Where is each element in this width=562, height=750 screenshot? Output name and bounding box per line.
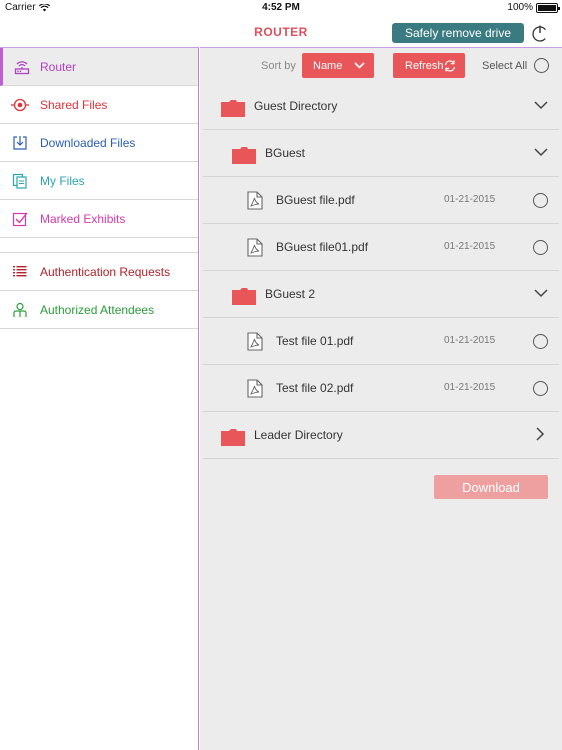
folder-name: Leader Directory — [254, 428, 343, 442]
chevron-right-icon[interactable] — [536, 427, 545, 441]
file-row[interactable]: BGuest file01.pdf 01-21-2015 — [203, 224, 559, 271]
select-file-checkbox[interactable] — [533, 334, 548, 349]
folder-name: Guest Directory — [254, 99, 338, 113]
sidebar-item-label: Downloaded Files — [40, 135, 136, 150]
shared-target-icon — [0, 86, 40, 124]
select-file-checkbox[interactable] — [533, 240, 548, 255]
sidebar-item-authorized-attendees[interactable]: Authorized Attendees — [0, 291, 198, 329]
refresh-icon — [444, 60, 456, 72]
my-files-icon — [0, 162, 40, 200]
file-name: BGuest file01.pdf — [276, 240, 369, 254]
file-date: 01-21-2015 — [444, 241, 496, 252]
sidebar-item-marked-exhibits[interactable]: Marked Exhibits — [0, 200, 198, 238]
file-date: 01-21-2015 — [444, 382, 496, 393]
sort-by-label: Sort by — [261, 60, 296, 72]
select-file-checkbox[interactable] — [533, 381, 548, 396]
pdf-file-icon — [247, 379, 263, 398]
sidebar-item-authentication-requests[interactable]: Authentication Requests — [0, 253, 198, 291]
sidebar-item-downloaded-files[interactable]: Downloaded Files — [0, 124, 198, 162]
folder-icon — [232, 288, 256, 305]
chevron-down-icon[interactable] — [534, 289, 548, 298]
battery-icon — [536, 2, 560, 13]
checkbox-icon — [0, 200, 40, 238]
file-row[interactable]: BGuest file.pdf 01-21-2015 — [203, 177, 559, 224]
sort-value: Name — [313, 60, 343, 72]
sidebar-item-label: Authorized Attendees — [40, 302, 155, 317]
folder-icon — [232, 147, 256, 164]
folder-row[interactable]: BGuest 2 — [203, 271, 559, 318]
pdf-file-icon — [247, 238, 263, 257]
nav-bar: ROUTER Safely remove drive — [0, 16, 562, 47]
sort-select[interactable]: Name — [302, 53, 374, 78]
sidebar-item-label: Router — [40, 59, 77, 74]
folder-icon — [221, 429, 245, 446]
folder-row[interactable]: BGuest — [203, 130, 559, 177]
sidebar-item-label: Marked Exhibits — [40, 211, 126, 226]
attendee-icon — [0, 291, 40, 329]
select-all-checkbox[interactable] — [534, 58, 549, 73]
battery-percent: 100% — [507, 2, 533, 13]
folder-icon — [221, 100, 245, 117]
file-row[interactable]: Test file 02.pdf 01-21-2015 — [203, 365, 559, 412]
download-icon — [0, 124, 40, 162]
power-icon[interactable] — [530, 23, 550, 43]
list-icon — [0, 253, 40, 291]
file-row[interactable]: Test file 01.pdf 01-21-2015 — [203, 318, 559, 365]
pdf-file-icon — [247, 191, 263, 210]
router-icon — [3, 48, 40, 86]
file-date: 01-21-2015 — [444, 335, 496, 346]
file-date: 01-21-2015 — [444, 194, 496, 205]
sidebar-divider — [0, 238, 198, 253]
refresh-label: Refresh — [405, 60, 444, 72]
sidebar-item-router[interactable]: Router — [0, 48, 198, 86]
folder-name: BGuest 2 — [265, 287, 316, 301]
file-name: Test file 02.pdf — [276, 381, 354, 395]
refresh-button[interactable]: Refresh — [393, 53, 465, 78]
file-name: Test file 01.pdf — [276, 334, 354, 348]
toolbar: Sort by Name Refresh Select All — [200, 48, 562, 86]
chevron-down-icon — [354, 62, 365, 69]
battery-info: 100% — [507, 2, 560, 13]
sidebar-item-my-files[interactable]: My Files — [0, 162, 198, 200]
file-name: BGuest file.pdf — [276, 193, 355, 207]
status-time: 4:52 PM — [262, 2, 300, 13]
sidebar-item-label: Authentication Requests — [40, 264, 171, 279]
pdf-file-icon — [247, 332, 263, 351]
folder-name: BGuest — [265, 146, 306, 160]
folder-row[interactable]: Guest Directory — [203, 83, 559, 130]
select-all-label: Select All — [482, 60, 528, 72]
sidebar-item-label: My Files — [40, 173, 85, 188]
folder-row[interactable]: Leader Directory — [203, 412, 559, 459]
file-browser: Sort by Name Refresh Select All Guest Di… — [200, 47, 562, 750]
safely-remove-drive-button[interactable]: Safely remove drive — [392, 23, 524, 43]
download-button[interactable]: Download — [434, 475, 548, 499]
sidebar-item-shared-files[interactable]: Shared Files — [0, 86, 198, 124]
sidebar: Router Shared Files Downloaded Files My … — [0, 47, 199, 750]
chevron-down-icon[interactable] — [534, 148, 548, 157]
sidebar-item-label: Shared Files — [40, 97, 108, 112]
select-file-checkbox[interactable] — [533, 193, 548, 208]
status-bar: Carrier 4:52 PM 100% — [0, 0, 562, 16]
chevron-down-icon[interactable] — [534, 101, 548, 110]
